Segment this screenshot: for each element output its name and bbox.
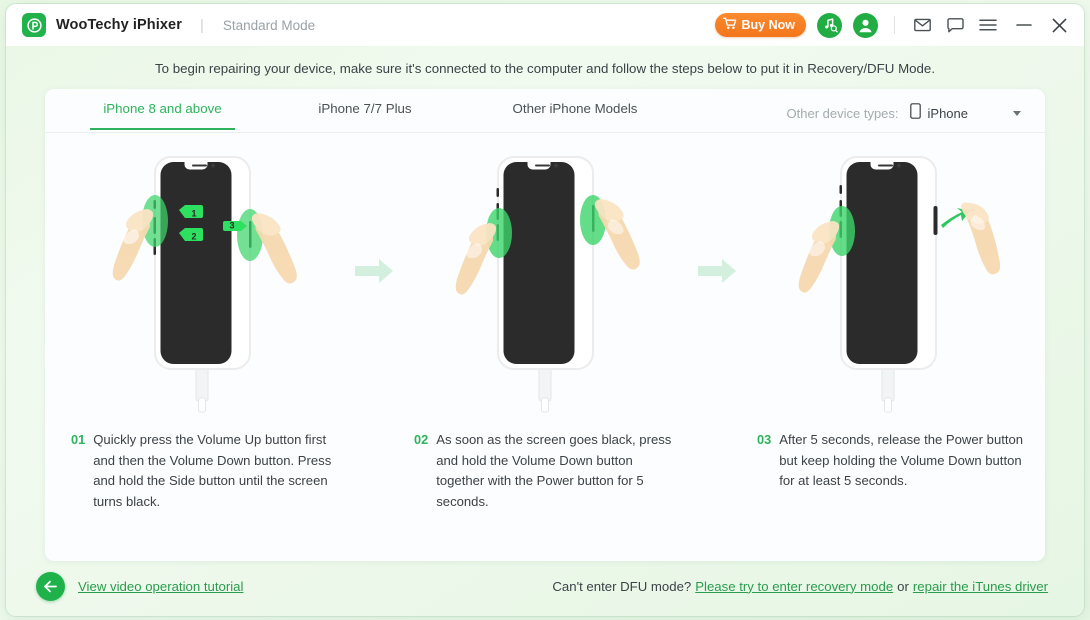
tab-other-iphone-models[interactable]: Other iPhone Models [495,101,655,129]
minimize-icon[interactable] [1013,14,1035,36]
tab-iphone-7[interactable]: iPhone 7/7 Plus [290,101,440,129]
close-icon[interactable] [1048,14,1070,36]
device-type-label: Other device types: [786,106,899,121]
back-arrow-icon[interactable] [36,571,65,601]
brand-name: WooTechy iPhixer [56,17,182,33]
svg-text:1: 1 [191,209,196,219]
title-bar: WooTechy iPhixer | Standard Mode Buy Now [6,4,1084,46]
wootechy-logo-icon [22,13,46,37]
step-column: 1 2 3 01 Quickly press the Volume Up but… [57,139,347,558]
itunes-search-icon[interactable] [817,12,842,38]
account-icon[interactable] [853,12,878,38]
dfu-question: Can't enter DFU mode? [552,578,692,594]
step-arrow [347,139,400,558]
step-number: 03 [757,432,772,447]
iphone-step-1-illustration: 1 2 3 [77,143,327,428]
titlebar-divider [894,16,895,34]
cart-icon [722,17,737,33]
phone-icon [909,103,921,124]
step-text: 02 As soon as the screen goes black, pre… [400,430,690,512]
chevron-down-icon [1013,111,1021,116]
conjunction: or [897,578,909,594]
tab-label: iPhone 8 and above [103,101,222,116]
recovery-mode-link[interactable]: Please try to enter recovery mode [695,579,893,594]
step-description: As soon as the screen goes black, press … [436,432,672,509]
step-text: 01 Quickly press the Volume Up button fi… [57,430,347,512]
tab-iphone-8-and-above[interactable]: iPhone 8 and above [90,101,235,130]
device-tabs: iPhone 8 and above iPhone 7/7 Plus Other… [45,89,1045,133]
intro-text: To begin repairing your device, make sur… [154,61,936,76]
buy-now-button[interactable]: Buy Now [714,13,806,37]
instructions-card: iPhone 8 and above iPhone 7/7 Plus Other… [45,89,1045,561]
tab-label: iPhone 7/7 Plus [318,101,412,116]
step-column: 02 As soon as the screen goes black, pre… [400,139,690,558]
footer-bar: View video operation tutorial Can't ente… [6,556,1084,616]
step-description: Quickly press the Volume Up button first… [93,432,332,509]
right-arrow-icon [354,259,393,283]
iphone-step-3-illustration [763,143,1013,428]
right-arrow-icon [697,259,736,283]
steps-row: 1 2 3 01 Quickly press the Volume Up but… [45,133,1045,558]
step-column: 03 After 5 seconds, release the Power bu… [743,139,1033,558]
chat-icon[interactable] [944,14,966,36]
step-number: 02 [414,432,429,447]
other-device-types: Other device types: iPhone [787,101,1025,139]
hamburger-menu-icon[interactable] [977,14,999,36]
view-video-tutorial-link[interactable]: View video operation tutorial [78,579,243,594]
device-type-value: iPhone [927,106,968,121]
svg-text:2: 2 [191,232,196,242]
app-window: WooTechy iPhixer | Standard Mode Buy Now [6,4,1084,616]
buy-now-label: Buy Now [741,18,795,32]
iphone-step-2-illustration [420,143,670,428]
step-description: After 5 seconds, release the Power butto… [779,432,1024,488]
mode-label: Standard Mode [222,17,316,33]
step-arrow [690,139,743,558]
tab-label: Other iPhone Models [512,101,638,116]
step-number: 01 [71,432,86,447]
brand-area: WooTechy iPhixer | Standard Mode [22,13,315,37]
dfu-help-text: Can't enter DFU mode? Please try to ente… [552,579,1048,594]
mail-icon[interactable] [911,14,933,36]
device-type-select[interactable]: iPhone [906,101,1025,126]
svg-text:3: 3 [229,221,234,231]
titlebar-actions: Buy Now [714,12,1070,38]
brand-separator: | [199,16,204,34]
step-text: 03 After 5 seconds, release the Power bu… [743,430,1033,492]
itunes-driver-link[interactable]: repair the iTunes driver [913,579,1048,594]
